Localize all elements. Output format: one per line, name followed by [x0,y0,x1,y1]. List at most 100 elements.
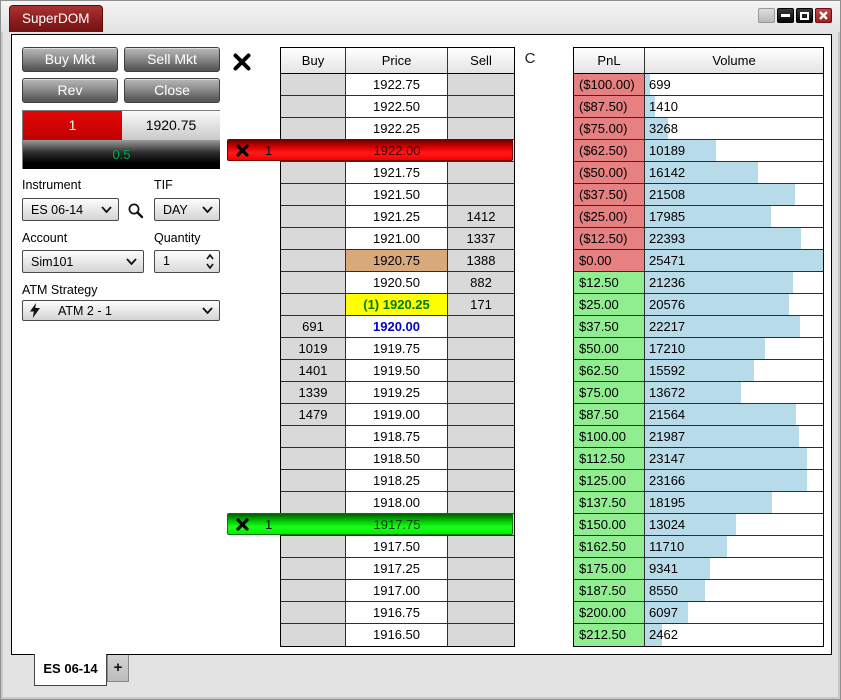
order-cancel-button[interactable] [236,144,249,157]
dom-price-cell[interactable]: 1921.50 [346,184,448,206]
dom-price-cell[interactable]: 1921.75 [346,162,448,184]
dom-buy-cell[interactable] [281,162,346,184]
dom-buy-cell[interactable] [281,250,346,272]
add-tab-button[interactable]: + [107,655,129,682]
dom-buy-cell[interactable] [281,624,346,646]
dom-sell-cell[interactable] [448,404,514,426]
buy-mkt-button[interactable]: Buy Mkt [22,47,118,72]
dom-buy-cell[interactable] [281,470,346,492]
dom-sell-cell[interactable] [448,470,514,492]
dom-sell-cell[interactable] [448,426,514,448]
dom-price-cell[interactable]: 1918.75 [346,426,448,448]
close-button[interactable] [815,8,832,23]
quantity-stepper[interactable]: 1 [154,250,220,273]
maximize-button[interactable] [796,8,813,23]
price-column-header[interactable]: Price [346,48,448,73]
rev-button[interactable]: Rev [22,78,118,103]
dom-price-cell[interactable]: 1919.50 [346,360,448,382]
dom-buy-cell[interactable]: 1019 [281,338,346,360]
dom-sell-cell[interactable]: 1412 [448,206,514,228]
sell-mkt-button[interactable]: Sell Mkt [124,47,220,72]
dom-buy-cell[interactable] [281,184,346,206]
dom-sell-cell[interactable] [448,558,514,580]
dom-sell-cell[interactable] [448,602,514,624]
close-position-button[interactable]: Close [124,78,220,103]
dom-buy-cell[interactable] [281,492,346,514]
dom-price-cell[interactable]: 1920.00 [346,316,448,338]
dom-price-cell[interactable]: 1917.50 [346,536,448,558]
instrument-search-button[interactable] [125,200,145,220]
dom-price-cell[interactable]: 1921.00 [346,228,448,250]
dom-sell-cell[interactable] [448,96,514,118]
dom-buy-cell[interactable] [281,206,346,228]
dom-buy-cell[interactable] [281,558,346,580]
titlebar[interactable]: SuperDOM [1,1,840,32]
minimize-button[interactable] [777,8,794,23]
dom-sell-cell[interactable]: 1337 [448,228,514,250]
dom-price-cell[interactable]: 1919.75 [346,338,448,360]
dom-price-cell[interactable]: 1922.25 [346,118,448,140]
dom-buy-cell[interactable]: 1479 [281,404,346,426]
dom-sell-cell[interactable]: 171 [448,294,514,316]
account-select[interactable]: Sim101 [22,250,144,273]
buy-order-band[interactable]: 11917.75 [227,513,513,535]
dom-buy-cell[interactable] [281,272,346,294]
dom-buy-cell[interactable] [281,580,346,602]
quantity-down-button[interactable] [204,261,216,271]
dom-price-cell[interactable]: 1918.00 [346,492,448,514]
pnl-column-header[interactable]: PnL [574,48,645,73]
dom-buy-cell[interactable] [281,228,346,250]
dom-sell-cell[interactable]: 1388 [448,250,514,272]
dom-price-cell[interactable]: 1922.75 [346,74,448,96]
dom-sell-cell[interactable]: 882 [448,272,514,294]
dom-price-cell[interactable]: 1922.50 [346,96,448,118]
sell-order-band[interactable]: 11922.00 [227,139,513,161]
tab-es-06-14[interactable]: ES 06-14 [34,654,107,686]
dom-buy-cell[interactable] [281,448,346,470]
dom-sell-cell[interactable] [448,118,514,140]
dom-buy-cell[interactable] [281,74,346,96]
center-button[interactable]: C [520,49,540,69]
dom-sell-cell[interactable] [448,624,514,646]
dom-sell-cell[interactable] [448,492,514,514]
dom-price-cell[interactable]: 1917.00 [346,580,448,602]
atm-strategy-select[interactable]: ATM 2 - 1 [22,300,220,321]
dom-price-cell[interactable]: 1921.25 [346,206,448,228]
dom-buy-cell[interactable] [281,536,346,558]
dom-buy-cell[interactable]: 1401 [281,360,346,382]
dom-buy-cell[interactable]: 691 [281,316,346,338]
dom-price-cell[interactable]: 1919.25 [346,382,448,404]
dom-sell-cell[interactable] [448,360,514,382]
dom-sell-cell[interactable] [448,162,514,184]
dom-price-cell[interactable]: 1916.50 [346,624,448,646]
dom-sell-cell[interactable] [448,184,514,206]
dom-sell-cell[interactable] [448,74,514,96]
sell-column-header[interactable]: Sell [448,48,514,73]
dom-buy-cell[interactable] [281,96,346,118]
dom-price-cell[interactable]: 1920.75 [346,250,448,272]
dom-sell-cell[interactable] [448,382,514,404]
dom-sell-cell[interactable] [448,536,514,558]
dom-price-cell[interactable]: (1) 1920.25 [346,294,448,316]
dom-price-cell[interactable]: 1918.25 [346,470,448,492]
dom-price-cell[interactable]: 1919.00 [346,404,448,426]
dom-sell-cell[interactable] [448,338,514,360]
dom-buy-cell[interactable] [281,426,346,448]
tif-select[interactable]: DAY [154,198,220,221]
dom-buy-cell[interactable]: 1339 [281,382,346,404]
dom-price-cell[interactable]: 1917.25 [346,558,448,580]
dom-sell-cell[interactable] [448,316,514,338]
instrument-select[interactable]: ES 06-14 [22,198,119,221]
dom-price-cell[interactable]: 1920.50 [346,272,448,294]
window-title[interactable]: SuperDOM [9,5,103,32]
order-cancel-button[interactable] [236,518,249,531]
dom-sell-cell[interactable] [448,448,514,470]
dom-sell-cell[interactable] [448,580,514,602]
dom-buy-cell[interactable] [281,602,346,624]
window-extra-button[interactable] [758,8,775,23]
buy-column-header[interactable]: Buy [281,48,346,73]
volume-column-header[interactable]: Volume [645,48,823,73]
cancel-all-orders-button[interactable] [231,51,253,73]
dom-buy-cell[interactable] [281,118,346,140]
dom-buy-cell[interactable] [281,294,346,316]
